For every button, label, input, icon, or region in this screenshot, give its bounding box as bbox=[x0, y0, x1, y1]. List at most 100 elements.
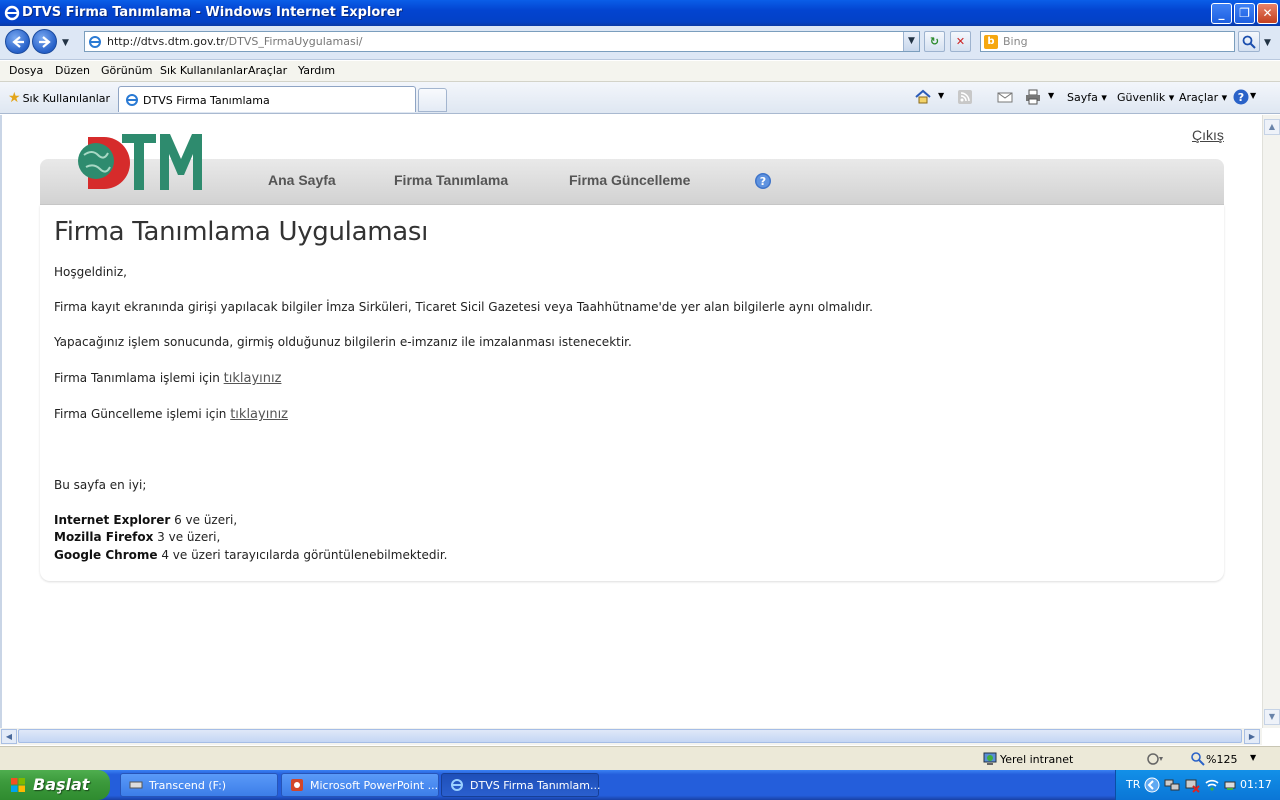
bing-icon: b bbox=[984, 35, 998, 49]
url-host: http://dtvs.dtm.gov.tr bbox=[107, 35, 225, 48]
protected-mode-icon[interactable] bbox=[1146, 751, 1164, 767]
new-tab-button[interactable] bbox=[418, 88, 447, 112]
network-disconnected-icon[interactable] bbox=[1184, 777, 1200, 793]
define-label: Firma Tanımlama işlemi için bbox=[54, 371, 224, 385]
browser-firefox: Mozilla Firefox 3 ve üzeri, bbox=[54, 530, 220, 544]
menu-dosya[interactable]: Dosya bbox=[9, 64, 43, 77]
safely-remove-icon[interactable] bbox=[1222, 777, 1238, 793]
menu-gorunum[interactable]: Görünüm bbox=[101, 64, 152, 77]
scroll-left-icon[interactable]: ◀ bbox=[1, 729, 17, 744]
info-paragraph-1: Firma kayıt ekranında girişi yapılacak b… bbox=[54, 300, 873, 314]
logout-link[interactable]: Çıkış bbox=[1192, 127, 1224, 143]
favorites-button[interactable]: ★ Sık Kullanılanlar bbox=[8, 90, 110, 106]
favorites-label: Sık Kullanılanlar bbox=[22, 92, 111, 105]
start-button[interactable]: Başlat bbox=[0, 770, 110, 800]
zoom-level[interactable]: %125 bbox=[1206, 753, 1237, 766]
wireless-icon[interactable] bbox=[1204, 777, 1220, 793]
menu-yardim[interactable]: Yardım bbox=[298, 64, 335, 77]
nav-help-icon[interactable]: ? bbox=[754, 172, 772, 190]
windows-flag-icon bbox=[11, 778, 25, 792]
info-paragraph-2: Yapacağınız işlem sonucunda, girmiş oldu… bbox=[54, 335, 632, 349]
update-link[interactable]: tıklayınız bbox=[230, 407, 288, 422]
menu-duzen[interactable]: Düzen bbox=[55, 64, 90, 77]
zoom-dropdown-icon[interactable]: ▼ bbox=[1250, 753, 1256, 762]
home-icon[interactable] bbox=[914, 88, 932, 106]
define-link[interactable]: tıklayınız bbox=[224, 371, 282, 386]
clock: 01:17 bbox=[1240, 778, 1272, 791]
nav-firma-guncelleme[interactable]: Firma Güncelleme bbox=[569, 172, 690, 188]
horizontal-scroll-thumb[interactable] bbox=[18, 729, 1242, 743]
minimize-button[interactable]: _ bbox=[1211, 3, 1232, 24]
scroll-up-icon[interactable]: ▲ bbox=[1264, 119, 1280, 135]
browser-tab[interactable]: DTVS Firma Tanımlama bbox=[118, 86, 416, 112]
browser-ie-rest: 6 ve üzeri, bbox=[170, 513, 238, 527]
nav-home[interactable]: Ana Sayfa bbox=[268, 172, 336, 188]
page-favicon-icon bbox=[89, 36, 101, 48]
help-circle-icon[interactable]: ? bbox=[1232, 88, 1250, 106]
tab-label: DTVS Firma Tanımlama bbox=[143, 94, 270, 107]
security-zone: Yerel intranet bbox=[1000, 753, 1074, 766]
status-bar: Yerel intranet %125 ▼ bbox=[0, 746, 1280, 770]
language-indicator[interactable]: TR bbox=[1126, 778, 1140, 791]
address-bar[interactable]: http://dtvs.dtm.gov.tr/DTVS_FirmaUygulam… bbox=[84, 31, 920, 52]
task-ie[interactable]: DTVS Firma Tanımlam... bbox=[441, 773, 600, 797]
scroll-down-icon[interactable]: ▼ bbox=[1264, 709, 1280, 725]
update-label: Firma Güncelleme işlemi için bbox=[54, 407, 231, 421]
menu-bar: Dosya Düzen Görünüm Sık Kullanılanlar Ar… bbox=[0, 61, 1280, 82]
svg-text:?: ? bbox=[1238, 91, 1244, 104]
task-powerpoint[interactable]: Microsoft PowerPoint ... bbox=[281, 773, 439, 797]
page-viewport: Çıkış Ana Sayfa Firma Tanımlama Firma Gü… bbox=[0, 115, 1262, 728]
search-input[interactable]: b Bing bbox=[980, 31, 1235, 52]
zoom-icon[interactable] bbox=[1190, 751, 1206, 767]
refresh-button[interactable]: ↻ bbox=[924, 31, 945, 52]
welcome-text: Hoşgeldiniz, bbox=[54, 265, 127, 279]
nav-firma-tanimlama[interactable]: Firma Tanımlama bbox=[394, 172, 508, 188]
task-transcend-label: Transcend (F:) bbox=[149, 779, 227, 792]
address-dropdown-icon[interactable]: ▼ bbox=[903, 32, 919, 51]
home-dropdown-icon[interactable]: ▼ bbox=[938, 91, 944, 100]
magnifier-icon bbox=[1242, 35, 1256, 49]
vertical-scrollbar[interactable]: ▲ ▼ bbox=[1262, 115, 1280, 728]
window-title: DTVS Firma Tanımlama - Windows Internet … bbox=[22, 5, 402, 20]
history-dropdown-icon[interactable]: ▼ bbox=[62, 38, 69, 48]
horizontal-scrollbar[interactable]: ◀ ▶ bbox=[0, 728, 1262, 745]
scroll-right-icon[interactable]: ▶ bbox=[1244, 729, 1260, 744]
close-button[interactable]: ✕ bbox=[1257, 3, 1278, 24]
forward-arrow-icon bbox=[39, 36, 51, 48]
stop-button[interactable]: ✕ bbox=[950, 31, 971, 52]
browser-ie: Internet Explorer 6 ve üzeri, bbox=[54, 513, 237, 527]
back-button[interactable] bbox=[5, 29, 30, 54]
task-powerpoint-label: Microsoft PowerPoint ... bbox=[310, 779, 439, 792]
print-icon[interactable] bbox=[1024, 88, 1042, 106]
tray-expand-icon[interactable] bbox=[1144, 777, 1160, 793]
network-icon[interactable] bbox=[1164, 777, 1180, 793]
browser-chrome-rest: 4 ve üzeri tarayıcılarda görüntülenebilm… bbox=[157, 548, 448, 562]
window-title-bar: DTVS Firma Tanımlama - Windows Internet … bbox=[0, 0, 1280, 26]
print-dropdown-icon[interactable]: ▼ bbox=[1048, 91, 1054, 100]
browser-chrome-name: Google Chrome bbox=[54, 548, 158, 562]
forward-button[interactable] bbox=[32, 29, 57, 54]
tools-menu-button[interactable]: Araçlar ▾ bbox=[1179, 91, 1227, 104]
tab-favicon-icon bbox=[126, 94, 138, 106]
maximize-button[interactable]: ❐ bbox=[1234, 3, 1255, 24]
menu-araclar[interactable]: Araçlar bbox=[248, 64, 287, 77]
ie-task-icon bbox=[451, 779, 463, 791]
search-button[interactable] bbox=[1238, 31, 1260, 52]
star-icon: ★ bbox=[8, 90, 21, 106]
menu-sik-kullanilanlar[interactable]: Sık Kullanılanlar bbox=[160, 64, 248, 77]
task-transcend[interactable]: Transcend (F:) bbox=[120, 773, 278, 797]
system-tray: TR 01:17 bbox=[1115, 770, 1280, 800]
page-menu-button[interactable]: Sayfa ▾ bbox=[1067, 91, 1107, 104]
page-title: Firma Tanımlama Uygulaması bbox=[54, 217, 429, 247]
favorites-bar: ★ Sık Kullanılanlar DTVS Firma Tanımlama … bbox=[0, 82, 1280, 114]
browser-firefox-name: Mozilla Firefox bbox=[54, 530, 154, 544]
browser-chrome: Google Chrome 4 ve üzeri tarayıcılarda g… bbox=[54, 548, 447, 562]
search-options-icon[interactable]: ▼ bbox=[1264, 38, 1271, 48]
browser-ie-name: Internet Explorer bbox=[54, 513, 171, 527]
mail-icon[interactable] bbox=[996, 88, 1014, 106]
url-text: http://dtvs.dtm.gov.tr/DTVS_FirmaUygulam… bbox=[107, 35, 363, 48]
help-dropdown-icon[interactable]: ▼ bbox=[1250, 91, 1256, 100]
dtm-logo bbox=[78, 134, 202, 190]
feed-icon[interactable] bbox=[956, 88, 974, 106]
security-menu-button[interactable]: Güvenlik ▾ bbox=[1117, 91, 1174, 104]
